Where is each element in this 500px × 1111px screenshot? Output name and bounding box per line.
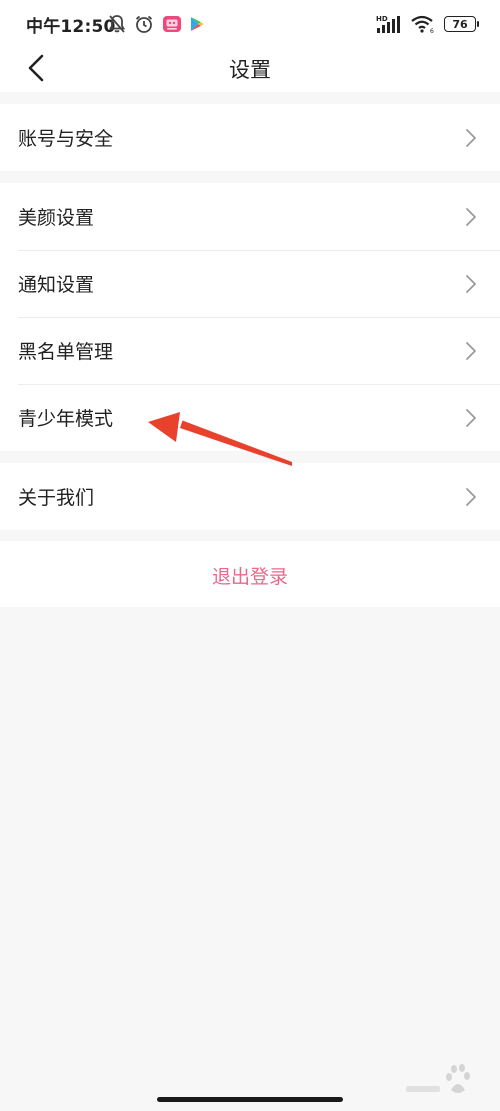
settings-item-label: 账号与安全: [18, 128, 114, 150]
settings-item-beauty[interactable]: 美颜设置: [0, 183, 500, 250]
settings-item-blacklist[interactable]: 黑名单管理: [0, 317, 500, 384]
settings-item-notifications[interactable]: 通知设置: [0, 250, 500, 317]
settings-item-label: 青少年模式: [18, 408, 114, 430]
status-bar: 中午12:50 HD 6 76: [0, 0, 500, 46]
chevron-right-icon: [466, 342, 476, 360]
svg-text:HD: HD: [376, 15, 388, 23]
chevron-right-icon: [466, 488, 476, 506]
settings-item-about-us[interactable]: 关于我们: [0, 463, 500, 530]
bell-off-icon: [108, 15, 126, 33]
chevron-right-icon: [466, 409, 476, 427]
settings-group-account: 账号与安全: [0, 104, 500, 171]
chevron-right-icon: [466, 275, 476, 293]
battery-indicator: 76: [444, 16, 479, 32]
settings-group-preferences: 美颜设置 通知设置 黑名单管理 青少年模式: [0, 183, 500, 451]
page-title: 设置: [229, 58, 271, 82]
wifi-icon: 6: [411, 15, 434, 34]
play-store-icon: [191, 17, 204, 31]
logout-label: 退出登录: [211, 566, 288, 588]
nav-bar: 设置: [0, 46, 500, 92]
hd-signal-icon: HD: [376, 15, 400, 33]
battery-level: 76: [452, 17, 468, 31]
settings-item-teen-mode[interactable]: 青少年模式: [0, 384, 500, 451]
alarm-icon: [135, 15, 153, 33]
logout-button[interactable]: 退出登录: [0, 541, 500, 607]
home-indicator[interactable]: [157, 1097, 343, 1102]
chevron-right-icon: [466, 129, 476, 147]
settings-item-label: 美颜设置: [18, 207, 95, 229]
chevron-right-icon: [466, 208, 476, 226]
status-time: 中午12:50: [26, 17, 116, 37]
app-notification-icon: [163, 16, 181, 32]
watermark-logo-icon: [406, 1064, 470, 1093]
status-icons-left: [108, 12, 204, 36]
status-icons-right: HD 6 76: [376, 12, 479, 36]
settings-item-label: 关于我们: [18, 487, 95, 509]
settings-group-about: 关于我们: [0, 463, 500, 530]
settings-item-label: 黑名单管理: [18, 341, 114, 363]
settings-item-account-security[interactable]: 账号与安全: [0, 104, 500, 171]
settings-item-label: 通知设置: [18, 274, 95, 296]
svg-text:6: 6: [430, 28, 434, 34]
